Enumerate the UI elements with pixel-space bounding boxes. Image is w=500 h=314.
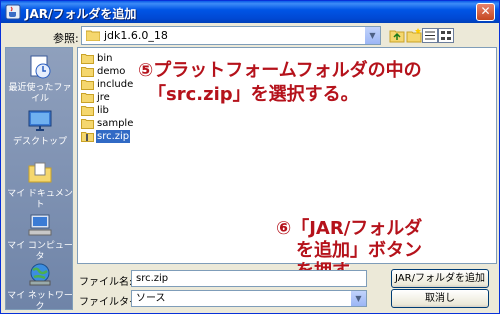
file-name: lib bbox=[97, 105, 109, 116]
place-my-network[interactable]: マイ ネットワーク bbox=[6, 262, 74, 313]
window-title: JAR/フォルダを追加 bbox=[25, 7, 137, 21]
place-desktop[interactable]: デスクトップ bbox=[6, 108, 74, 148]
java-cup-icon bbox=[5, 4, 21, 20]
folder-icon bbox=[81, 80, 94, 90]
place-label: 最近使ったファイル bbox=[8, 83, 72, 104]
file-name: demo bbox=[97, 66, 126, 77]
my-documents-icon bbox=[28, 162, 52, 183]
folder-icon bbox=[86, 30, 100, 41]
file-list[interactable]: bin demo include jre lib sample src.zip … bbox=[77, 47, 497, 282]
annotation-step6-line2: を追加」ボタン bbox=[296, 240, 422, 261]
place-label: デスクトップ bbox=[12, 137, 67, 147]
chevron-down-icon[interactable]: ▼ bbox=[364, 27, 380, 44]
my-network-icon bbox=[29, 263, 51, 286]
lookin-combo[interactable]: jdk1.6.0_18 ▼ bbox=[81, 26, 381, 45]
place-my-computer[interactable]: マイ コンピュータ bbox=[6, 212, 74, 263]
file-name: include bbox=[97, 79, 134, 90]
annotation-step5-line1: ⑤プラットフォームフォルダの中の bbox=[138, 60, 422, 81]
chevron-down-icon[interactable]: ▼ bbox=[350, 291, 366, 306]
place-label: マイ コンピュータ bbox=[7, 241, 73, 262]
cancel-button[interactable]: 取消し bbox=[391, 289, 489, 308]
zip-file-icon bbox=[81, 132, 94, 142]
annotation-step5-line2: 「src.zip」を選択する。 bbox=[148, 84, 359, 105]
folder-icon bbox=[81, 106, 94, 116]
my-computer-icon bbox=[28, 214, 52, 236]
desktop-icon bbox=[28, 110, 52, 131]
file-name: src.zip bbox=[96, 130, 131, 143]
place-label: マイ ドキュメント bbox=[7, 189, 73, 210]
title-bar: JAR/フォルダを追加 ✕ bbox=[1, 1, 499, 23]
filetype-select[interactable]: ソース ▼ bbox=[131, 290, 367, 307]
close-button[interactable]: ✕ bbox=[476, 3, 495, 21]
lookin-label: 参照: bbox=[53, 32, 79, 45]
place-label: マイ ネットワーク bbox=[7, 291, 73, 312]
list-view-icon[interactable] bbox=[422, 28, 438, 43]
up-folder-icon[interactable] bbox=[389, 28, 405, 43]
add-jar-folder-button[interactable]: JAR/フォルダを追加 bbox=[391, 269, 489, 288]
places-bar: 最近使ったファイル デスクトップ マイ ドキュメント マイ コンピュータ マイ … bbox=[5, 47, 74, 313]
details-view-icon[interactable] bbox=[438, 28, 454, 43]
file-name: jre bbox=[97, 92, 110, 103]
folder-icon bbox=[81, 54, 94, 64]
file-name: sample bbox=[97, 118, 134, 129]
folder-icon bbox=[81, 93, 94, 103]
annotation-step6-line1: ⑥「JAR/フォルダ bbox=[276, 218, 423, 239]
lookin-value: jdk1.6.0_18 bbox=[104, 29, 168, 42]
folder-icon bbox=[81, 119, 94, 129]
new-folder-icon[interactable] bbox=[406, 28, 422, 43]
file-name: bin bbox=[97, 53, 113, 64]
place-my-documents[interactable]: マイ ドキュメント bbox=[6, 160, 74, 211]
filename-label: ファイル名: bbox=[79, 277, 133, 288]
place-recent[interactable]: 最近使ったファイル bbox=[6, 54, 74, 105]
filename-input[interactable]: src.zip bbox=[131, 270, 367, 287]
folder-icon bbox=[81, 67, 94, 77]
recent-documents-icon bbox=[30, 55, 51, 79]
add-jar-folder-dialog: JAR/フォルダを追加 ✕ 参照: jdk1.6.0_18 ▼ 最近使ったファイ… bbox=[0, 0, 500, 314]
filetype-value: ソース bbox=[136, 293, 166, 304]
